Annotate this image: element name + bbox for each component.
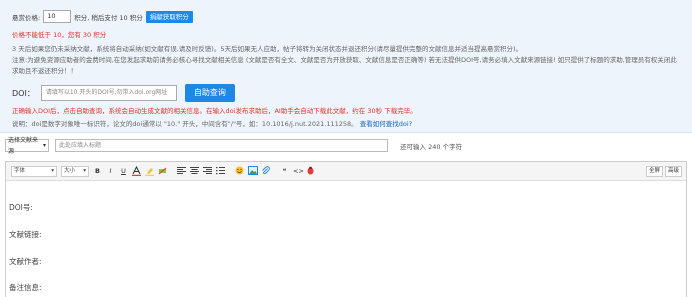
notice-line-1: 3 天后如果您仍未采纳文献，系统将自动采纳(如文献有误,请及时反馈)。5天后如果… [12,45,523,53]
code-icon[interactable]: <> [293,166,304,177]
notice-line-2: 注意:为避免资源应助者的金费时间,在您发起求助前请务必核心寻找文献相关信息 (文… [12,56,677,75]
doi-help: 说明：doi是数字对象唯一标识符，论文的doi通常以 "10." 开头，中间含有… [12,118,412,128]
self-query-button[interactable]: 自助查询 [184,84,235,102]
clear-format-icon[interactable] [158,166,167,177]
underline-icon[interactable]: U [119,166,128,177]
align-center-icon[interactable] [190,166,199,177]
font-color-icon[interactable] [132,165,141,177]
font-size-value: 大小 [64,167,76,174]
price-row: 悬赏价格: 10 积分, 稍后支付 10 积分 捐献获取积分 [12,10,193,23]
align-right-icon[interactable] [203,166,212,177]
earn-points-button[interactable]: 捐献获取积分 [145,10,193,23]
title-row: 选择文献来源 ▾ 此处应填入标题 还可输入 240 个字符 [5,137,463,155]
rich-text-editor: 字体 ▾ 大小 ▾ B I U ❝ <> 全屏 高级 DOI号: 文献链接: 文… [5,161,687,297]
quote-icon[interactable]: ❝ [280,166,289,177]
highlight-icon[interactable] [145,166,154,177]
source-select-value: 选择文献来源 [8,136,39,155]
chevron-down-icon: ▾ [51,167,54,174]
title-input[interactable]: 此处应填入标题 [55,139,388,152]
char-counter: 还可输入 240 个字符 [400,142,463,151]
ordered-list-icon[interactable] [216,166,225,177]
toolbar-right-buttons: 全屏 高级 [645,166,682,177]
price-label: 悬赏价格: [12,13,41,22]
field-doi: DOI号: [9,203,33,212]
attachment-icon[interactable] [261,165,270,177]
emoji-icon[interactable] [235,166,244,177]
source-select[interactable]: 选择文献来源 ▾ [5,137,49,155]
align-left-icon[interactable] [177,166,186,177]
chevron-down-icon: ▾ [83,167,86,174]
bug-icon[interactable] [306,166,315,177]
font-family-value: 字体 [14,167,26,174]
doi-input[interactable]: 请填写以10.开头的DOI号,勿带入doi.org网址 [40,85,177,101]
image-icon[interactable] [248,165,258,177]
font-size-select[interactable]: 大小 ▾ [61,165,89,177]
doi-label: DOI： [12,88,35,98]
how-to-find-doi-link[interactable]: 查看如何查找doi? [360,120,412,128]
doi-help-text: 说明：doi是数字对象唯一标识符，论文的doi通常以 "10." 开头，中间含有… [12,120,358,128]
field-notes: 备注信息: [9,283,42,292]
italic-icon[interactable]: I [106,166,115,177]
editor-toolbar: 字体 ▾ 大小 ▾ B I U ❝ <> 全屏 高级 [6,162,686,181]
price-warning: 价格不能低于 10，您有 30 积分 [12,31,107,39]
advanced-button[interactable]: 高级 [664,166,682,177]
price-input[interactable]: 10 [43,10,72,23]
doi-row: DOI： 请填写以10.开头的DOI号,勿带入doi.org网址 自助查询 [12,84,235,102]
request-info-panel: 悬赏价格: 10 积分, 稍后支付 10 积分 捐献获取积分 价格不能低于 10… [0,0,692,133]
bold-icon[interactable]: B [93,166,102,177]
field-author: 文献作者: [9,257,42,266]
font-family-select[interactable]: 字体 ▾ [11,165,57,177]
fullscreen-button[interactable]: 全屏 [645,166,663,177]
price-suffix: 积分, 稍后支付 10 积分 [74,13,143,22]
chevron-down-icon: ▾ [42,142,46,149]
field-link: 文献链接: [9,230,42,239]
query-tip: 正确输入DOI后，点击自助查询，系统会自动生成文献的相关信息。在输入doi发布求… [12,107,417,115]
